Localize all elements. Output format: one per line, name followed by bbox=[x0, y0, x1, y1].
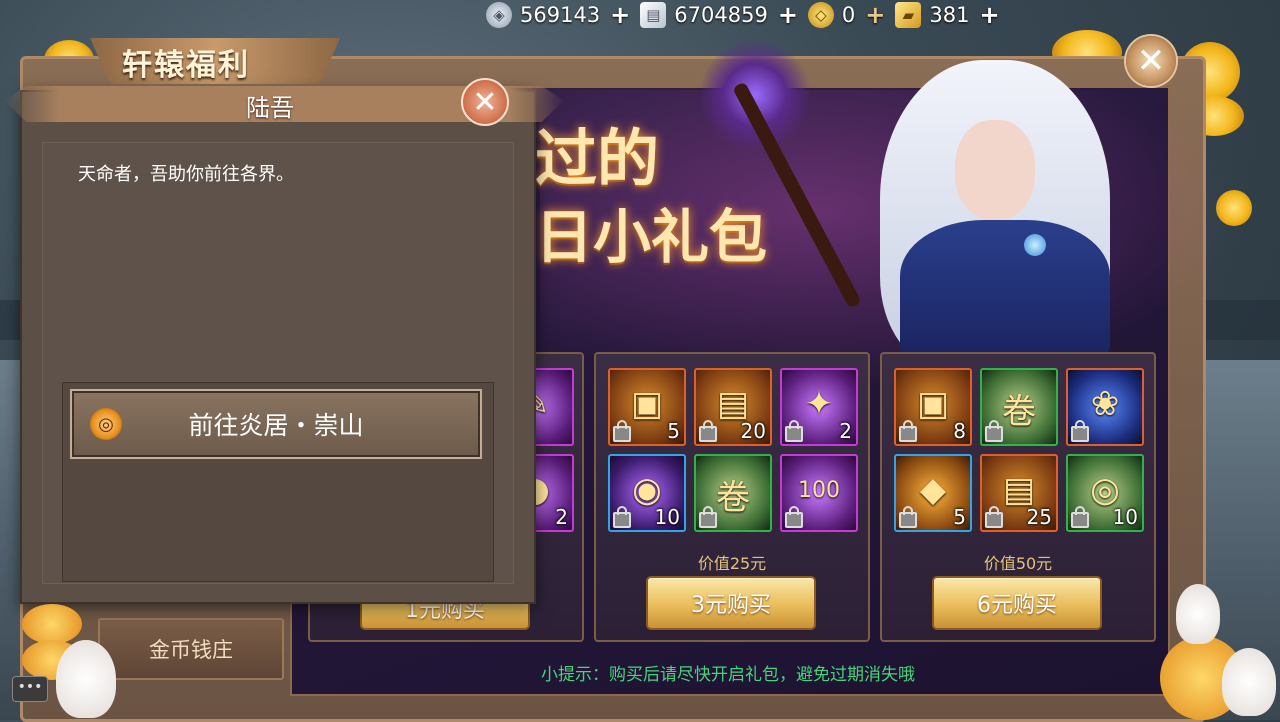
currency-value: 6704859 bbox=[674, 3, 768, 27]
swirl-portal-icon: ◎ bbox=[90, 408, 122, 440]
item-count: 2 bbox=[839, 419, 852, 443]
lock-icon bbox=[899, 420, 917, 442]
ore-icon: ◆ bbox=[919, 470, 947, 510]
gift-item[interactable]: 100 bbox=[780, 454, 858, 532]
currency-bar: ◈ 569143 + ▤ 6704859 + ◇ 0 + ▰ 381 + bbox=[486, 0, 1010, 30]
currency-gold: ◇ 0 + bbox=[807, 1, 885, 29]
jade-ring-icon: ◎ bbox=[1090, 470, 1120, 510]
lock-icon bbox=[613, 506, 631, 528]
gift-item[interactable]: ✦ 2 bbox=[780, 368, 858, 446]
gold-box-icon: ▤ bbox=[1002, 470, 1036, 510]
buy-button[interactable]: 3元购买 bbox=[646, 576, 816, 630]
gift-item[interactable]: ▣ 5 bbox=[608, 368, 686, 446]
add-gold-button[interactable]: + bbox=[865, 1, 885, 29]
currency-note: ▤ 6704859 + bbox=[640, 1, 798, 29]
lock-icon bbox=[1071, 420, 1089, 442]
buy-button-label: 3元购买 bbox=[691, 593, 771, 618]
treasure-chest-icon: ▣ bbox=[916, 384, 950, 424]
coupon-icon: 100 bbox=[798, 478, 840, 503]
buy-button-label: 6元购买 bbox=[977, 593, 1057, 618]
bank-note-icon: ▤ bbox=[640, 2, 667, 28]
gold-box-icon: ▤ bbox=[716, 384, 750, 424]
gift-item[interactable]: ▤ 20 bbox=[694, 368, 772, 446]
character-body bbox=[900, 220, 1110, 360]
currency-value: 381 bbox=[929, 3, 970, 27]
lock-icon bbox=[985, 420, 1003, 442]
npc-name: 陆吾 bbox=[246, 94, 294, 122]
gift-item[interactable]: ▤ 25 bbox=[980, 454, 1058, 532]
add-ticket-button[interactable]: + bbox=[980, 1, 1000, 29]
lock-icon bbox=[699, 420, 717, 442]
item-count: 25 bbox=[1026, 505, 1052, 529]
character-gem bbox=[1024, 234, 1046, 256]
npc-teleport-option[interactable]: ◎ 前往炎居・崇山 bbox=[70, 389, 482, 459]
gift-item[interactable]: ◆ 5 bbox=[894, 454, 972, 532]
gift-item[interactable]: 卷 bbox=[694, 454, 772, 532]
npc-option-label: 前往炎居・崇山 bbox=[188, 411, 364, 440]
item-count: 20 bbox=[740, 419, 766, 443]
orb-icon: ◉ bbox=[632, 470, 662, 510]
nav-item-gold-bank[interactable]: 金币钱庄 bbox=[98, 618, 284, 680]
lock-icon bbox=[899, 506, 917, 528]
rabbit-decoration bbox=[56, 640, 116, 718]
currency-ticket: ▰ 381 + bbox=[895, 1, 1000, 29]
lock-icon bbox=[699, 506, 717, 528]
add-note-button[interactable]: + bbox=[778, 1, 798, 29]
currency-value: 569143 bbox=[520, 3, 601, 27]
close-icon: ✕ bbox=[1136, 41, 1166, 81]
gift-item[interactable]: 卷 bbox=[980, 368, 1058, 446]
currency-value: 0 bbox=[841, 3, 856, 27]
gold-ticket-icon: ▰ bbox=[895, 2, 922, 28]
npc-close-button[interactable]: ✕ bbox=[461, 78, 509, 126]
item-count: 10 bbox=[654, 505, 680, 529]
item-count: 5 bbox=[953, 505, 966, 529]
lock-icon bbox=[1071, 506, 1089, 528]
crystal-icon: ✦ bbox=[804, 384, 834, 424]
add-silver-button[interactable]: + bbox=[610, 1, 630, 29]
item-count: 5 bbox=[667, 419, 680, 443]
purchase-tip: 小提示：购买后请尽快开启礼包，避免过期消失哦 bbox=[541, 665, 915, 685]
buy-button[interactable]: 6元购买 bbox=[932, 576, 1102, 630]
currency-silver: ◈ 569143 + bbox=[486, 1, 630, 29]
rabbit-decoration bbox=[1222, 648, 1276, 716]
gift-bag-icon: ❀ bbox=[1090, 384, 1120, 424]
gold-ingot-icon: ◇ bbox=[807, 2, 834, 28]
gift-card-2: ▣ 5 ▤ 20 ✦ 2 ◉ 10 卷 100 价值25元 3元购买 bbox=[594, 352, 870, 642]
gift-item[interactable]: ◎ 10 bbox=[1066, 454, 1144, 532]
gift-item[interactable]: ❀ bbox=[1066, 368, 1144, 446]
rabbit-decoration bbox=[1176, 584, 1220, 644]
lock-icon bbox=[985, 506, 1003, 528]
silver-coin-icon: ◈ bbox=[486, 2, 512, 28]
character-face bbox=[955, 120, 1035, 220]
nav-item-label: 金币钱庄 bbox=[149, 638, 233, 662]
item-count: 2 bbox=[555, 505, 568, 529]
item-count: 10 bbox=[1112, 505, 1138, 529]
gift-card-3: ▣ 8 卷 ❀ ◆ 5 ▤ 25 ◎ 10 价值50元 6元购买 bbox=[880, 352, 1156, 642]
lock-icon bbox=[785, 420, 803, 442]
mooncake-stack bbox=[22, 604, 82, 644]
banner-title-line1: 过的 bbox=[535, 122, 660, 195]
gift-item[interactable]: ▣ 8 bbox=[894, 368, 972, 446]
panel-title: 轩辕福利 bbox=[122, 48, 250, 83]
treasure-chest-icon: ▣ bbox=[630, 384, 664, 424]
item-count: 8 bbox=[953, 419, 966, 443]
lock-icon bbox=[785, 506, 803, 528]
npc-dialog-text: 天命者，吾助你前往各界。 bbox=[78, 164, 294, 185]
panel-close-button[interactable]: ✕ bbox=[1126, 36, 1176, 86]
banner-title-line2: 日小礼包 bbox=[535, 203, 768, 271]
gift-value: 价值25元 bbox=[697, 554, 767, 573]
lock-icon bbox=[613, 420, 631, 442]
chat-icon[interactable]: ••• bbox=[12, 676, 48, 702]
staff-orb bbox=[700, 40, 810, 150]
gift-item[interactable]: ◉ 10 bbox=[608, 454, 686, 532]
close-icon: ✕ bbox=[472, 84, 498, 120]
gift-value: 价值50元 bbox=[983, 554, 1053, 573]
